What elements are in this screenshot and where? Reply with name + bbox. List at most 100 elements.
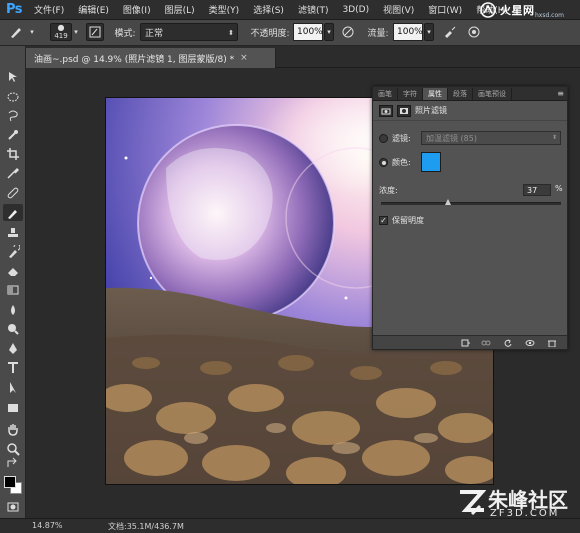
brush-size-value: 419	[54, 32, 68, 40]
document-tab-title: 油画~.psd @ 14.9% (照片滤镜 1, 图层蒙版/8) *	[34, 54, 235, 65]
flow-input[interactable]: 100%	[393, 23, 423, 41]
menu-edit[interactable]: 编辑(E)	[78, 3, 109, 16]
brand-watermark: 火星网 hxsd.com	[480, 1, 574, 19]
preserve-luminosity-row[interactable]: ✓ 保留明度	[379, 215, 424, 226]
menu-image[interactable]: 图像(I)	[123, 3, 151, 16]
density-row: 浓度:	[379, 185, 398, 196]
density-slider-thumb[interactable]	[444, 199, 451, 205]
zoom-tool-icon[interactable]	[3, 440, 23, 457]
pressure-size-icon[interactable]	[466, 23, 482, 41]
adjustment-title-row: 照片滤镜	[373, 101, 567, 121]
menu-window[interactable]: 窗口(W)	[428, 3, 462, 16]
clone-stamp-tool-icon[interactable]	[3, 224, 23, 241]
options-bar: ▾ ● 419 ▾ 模式: 正常 ⬍ 不透明度: 100% ▾ 流量: 100%…	[0, 20, 580, 46]
density-input[interactable]: 37	[523, 184, 551, 196]
color-option-row[interactable]: 颜色:	[379, 157, 411, 168]
filter-color-swatch[interactable]	[421, 152, 441, 172]
density-label: 浓度:	[379, 186, 398, 195]
document-tab[interactable]: 油画~.psd @ 14.9% (照片滤镜 1, 图层蒙版/8) * ×	[26, 48, 276, 68]
marquee-tool-icon[interactable]	[3, 88, 23, 105]
quick-mask-icon[interactable]	[3, 498, 23, 515]
airbrush-icon[interactable]	[442, 23, 458, 41]
brush-dot-icon: ●	[57, 23, 65, 32]
type-tool-icon[interactable]	[3, 359, 23, 376]
brush-size-picker[interactable]: ● 419	[50, 23, 72, 41]
color-swap-icon[interactable]	[3, 457, 23, 470]
menu-bar: Ps 文件(F) 编辑(E) 图像(I) 图层(L) 类型(Y) 选择(S) 滤…	[0, 0, 580, 20]
tab-brush[interactable]: 画笔	[373, 88, 398, 100]
brush-tool-icon[interactable]	[3, 204, 23, 221]
site-watermark: 朱峰社区 ZF3D.COM	[458, 484, 574, 526]
app-logo: Ps	[5, 2, 23, 17]
lasso-tool-icon[interactable]	[3, 107, 23, 124]
filter-select-value: 加温滤镜 (85)	[426, 133, 477, 143]
panel-tab-bar: 画笔 字符 属性 段落 画笔预设 ≡	[373, 87, 567, 101]
photo-filter-adjustment-icon[interactable]	[379, 104, 393, 117]
filter-select[interactable]: 加温滤镜 (85) ⬍	[421, 131, 561, 145]
zoom-level[interactable]: 14.87%	[32, 521, 63, 530]
healing-brush-tool-icon[interactable]	[3, 184, 23, 201]
menu-file[interactable]: 文件(F)	[34, 3, 64, 16]
density-slider-track[interactable]	[381, 202, 561, 205]
preserve-luminosity-checkbox[interactable]: ✓	[379, 216, 388, 225]
tab-properties[interactable]: 属性	[423, 88, 448, 100]
blur-tool-icon[interactable]	[3, 301, 23, 318]
pressure-opacity-icon[interactable]	[340, 23, 356, 41]
filter-radio[interactable]	[379, 134, 388, 143]
clip-to-layer-icon[interactable]	[459, 337, 473, 348]
menu-filter[interactable]: 滤镜(T)	[298, 3, 329, 16]
tools-panel	[0, 46, 26, 518]
eraser-tool-icon[interactable]	[3, 262, 23, 279]
quick-select-tool-icon[interactable]	[3, 126, 23, 143]
adjustment-title: 照片滤镜	[415, 106, 447, 115]
crop-tool-icon[interactable]	[3, 145, 23, 162]
close-document-icon[interactable]: ×	[240, 53, 248, 63]
menu-3d[interactable]: 3D(D)	[342, 5, 369, 15]
mode-dropdown-icon: ⬍	[228, 29, 234, 37]
brush-panel-toggle-icon[interactable]	[86, 23, 104, 41]
preset-dropdown-arrow-icon[interactable]: ▾	[27, 23, 37, 41]
menu-view[interactable]: 视图(V)	[383, 3, 414, 16]
history-brush-tool-icon[interactable]	[3, 243, 23, 260]
dodge-tool-icon[interactable]	[3, 320, 23, 337]
brand-subtitle: hxsd.com	[534, 12, 564, 19]
rectangle-tool-icon[interactable]	[3, 399, 23, 416]
toggle-visibility-icon[interactable]	[523, 337, 537, 348]
view-previous-state-icon[interactable]	[479, 337, 493, 348]
menu-select[interactable]: 选择(S)	[253, 3, 284, 16]
filter-label: 滤镜:	[392, 134, 411, 143]
zf3d-logo-icon	[460, 490, 486, 516]
color-label: 颜色:	[392, 158, 411, 167]
brand-logo-icon	[480, 2, 496, 18]
brush-size-dropdown-icon[interactable]: ▾	[72, 23, 80, 41]
brush-tool-preset-icon[interactable]	[6, 23, 26, 41]
eyedropper-tool-icon[interactable]	[3, 164, 23, 181]
menu-layer[interactable]: 图层(L)	[165, 3, 195, 16]
hand-tool-icon[interactable]	[3, 420, 23, 437]
opacity-dropdown-icon[interactable]: ▾	[324, 23, 334, 41]
document-size: 文档:35.1M/436.7M	[108, 522, 184, 531]
move-tool-icon[interactable]	[3, 68, 23, 85]
density-unit: %	[555, 184, 563, 193]
delete-adjustment-icon[interactable]	[545, 337, 559, 348]
layer-mask-icon[interactable]	[397, 104, 411, 117]
mode-label: 模式:	[114, 28, 136, 39]
tab-character[interactable]: 字符	[398, 88, 423, 100]
mode-select[interactable]: 正常 ⬍	[140, 23, 238, 41]
brand-title: 火星网	[500, 4, 535, 17]
opacity-input[interactable]: 100%	[293, 23, 323, 41]
color-radio[interactable]	[379, 158, 388, 167]
tab-brush-presets[interactable]: 画笔预设	[473, 88, 512, 100]
filter-dropdown-icon: ⬍	[551, 134, 557, 141]
pen-tool-icon[interactable]	[3, 340, 23, 357]
tab-paragraph[interactable]: 段落	[448, 88, 473, 100]
reset-adjustment-icon[interactable]	[501, 337, 515, 348]
gradient-tool-icon[interactable]	[3, 281, 23, 298]
flow-dropdown-icon[interactable]: ▾	[424, 23, 434, 41]
path-selection-tool-icon[interactable]	[3, 379, 23, 396]
foreground-color-swatch[interactable]	[4, 476, 16, 488]
photoshop-window: Ps 文件(F) 编辑(E) 图像(I) 图层(L) 类型(Y) 选择(S) 滤…	[0, 0, 580, 533]
menu-type[interactable]: 类型(Y)	[209, 3, 240, 16]
panel-menu-icon[interactable]: ≡	[557, 89, 564, 98]
filter-option-row[interactable]: 滤镜:	[379, 133, 411, 144]
